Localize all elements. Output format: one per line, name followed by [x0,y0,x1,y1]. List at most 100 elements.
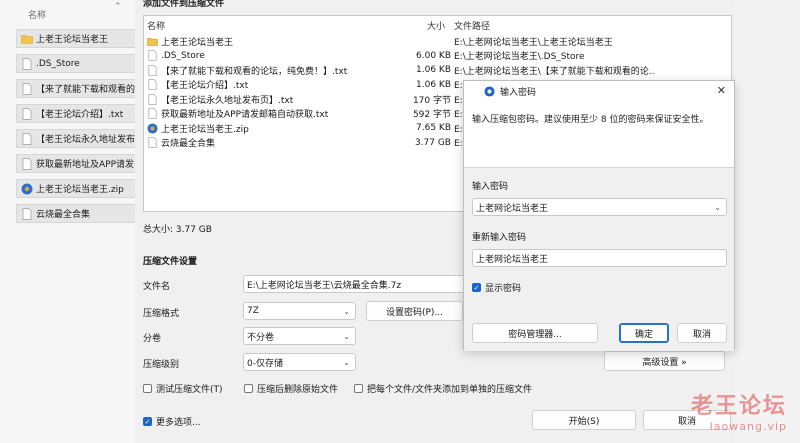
chevron-down-icon[interactable]: ⌄ [714,203,721,212]
checkbox-label: 更多选项... [156,418,201,428]
zip-icon [147,122,158,134]
file-size: 1.06 KB [416,65,451,75]
separate-archives-checkbox[interactable]: 把每个文件/文件夹添加到单独的压缩文件 [354,382,532,395]
explorer-item-label: 获取最新地址及APP请发 [36,160,135,170]
file-icon [147,93,158,105]
file-icon [147,64,158,76]
checkmark-icon: ✓ [472,283,481,292]
repeat-password-input[interactable]: 上老网论坛当老王 [472,249,727,267]
column-header-name[interactable]: 名称 [147,19,165,32]
file-size: 7.65 KB [416,123,451,133]
checkbox-label: 测试压缩文件(T) [156,385,223,395]
delete-after-checkbox[interactable]: 压缩后删除原始文件 [244,382,338,395]
format-value: 7Z [247,306,259,316]
checkbox-label: 压缩后删除原始文件 [257,385,339,395]
file-size: 170 字节 [412,95,451,106]
explorer-item[interactable]: 【老王论坛永久地址发布 [16,129,135,148]
file-row[interactable]: 【来了就能下载和观看的论坛，纯免费！】.txt 1.06 KB E:\上老网论坛当老… [144,64,731,77]
dialog-body: 输入密码 上老网论坛当老王 ⌄ 重新输入密码 上老网论坛当老王 ✓ 显示密码 密… [464,167,734,351]
explorer-item-label: 上老王论坛当老王 [36,35,109,45]
column-header-name[interactable]: 名称 [28,8,46,21]
explorer-item[interactable]: 获取最新地址及APP请发 [16,154,135,173]
file-name: 【老王论坛永久地址发布页】.txt [161,95,294,106]
checkmark-icon: ✓ [143,417,152,426]
file-name: 【老王论坛介绍】.txt [161,81,249,91]
file-size: 592 字节 [412,110,451,120]
more-options-checkbox[interactable]: ✓ 更多选项... [143,415,201,428]
start-button[interactable]: 开始(S) [532,410,636,430]
advanced-settings-button[interactable]: 高级设置 » [604,351,725,371]
password-manager-button[interactable]: 密码管理器... [472,323,598,343]
chevron-up-icon[interactable]: ⌃ [114,2,122,12]
zip-icon [21,183,33,195]
settings-title: 压缩文件设置 [143,257,198,267]
file-icon [21,157,33,170]
explorer-item-label: 云烧最全合集 [36,210,91,220]
explorer-item[interactable]: 云烧最全合集 [16,204,135,223]
explorer-item-label: 【老王论坛介绍】.txt [36,110,124,120]
format-label: 压缩格式 [143,309,180,319]
close-icon[interactable]: ✕ [717,84,726,97]
file-row[interactable]: 上老王论坛当老王 E:\上老网论坛当老王\上老王论坛当老王 [144,35,731,48]
file-path: E:\上老网论坛当老王\【来了就能下载和观看的论... [454,66,654,77]
file-icon [147,50,158,61]
explorer-item[interactable]: 【老王论坛介绍】.txt [16,104,135,123]
file-name: 【来了就能下载和观看的论坛，纯免费！】.txt [161,66,348,77]
split-label: 分卷 [143,334,162,344]
explorer-item-label: 【来了就能下载和观看的 [36,85,135,95]
password-label: 输入密码 [472,182,509,192]
explorer-item-label: 上老王论坛当老王.zip [36,185,124,195]
level-value: 0-仅存储 [247,358,283,369]
file-size: 1.06 KB [416,79,451,90]
file-row[interactable]: .DS_Store 6.00 KB E:\上老网论坛当老王\.DS_Store [144,50,731,62]
file-icon [147,108,158,119]
checkbox-box [354,384,363,393]
password-input[interactable]: 上老网论坛当老王 ⌄ [472,198,727,216]
folder-icon [147,36,158,47]
file-path: E:\上老网论坛当老王\上老王论坛当老王 [454,37,613,48]
split-value: 不分卷 [247,332,275,343]
file-name: 上老王论坛当老王.zip [161,124,249,135]
level-select[interactable]: 0-仅存储 ⌄ [243,353,356,371]
format-select[interactable]: 7Z ⌄ [243,302,356,320]
file-icon [147,137,158,148]
folder-icon [21,33,33,45]
chevron-down-icon: ⌄ [343,331,350,341]
file-path: E:\上老网论坛当老王\.DS_Store [454,52,585,62]
split-select[interactable]: 不分卷 ⌄ [243,327,356,345]
test-archive-checkbox[interactable]: 测试压缩文件(T) [143,382,223,395]
password-value: 上老网论坛当老王 [476,203,549,214]
ok-button[interactable]: 确定 [619,323,669,343]
total-size: 总大小: 3.77 GB [143,225,212,235]
column-header-size[interactable]: 大小 [427,19,445,32]
file-size: 3.77 GB [414,137,451,148]
repeat-password-label: 重新输入密码 [472,233,527,243]
explorer-item[interactable]: 【来了就能下载和观看的 [16,79,135,98]
chevron-down-icon: ⌄ [343,357,350,367]
file-icon [21,57,33,70]
set-password-button[interactable]: 设置密码(P)... [366,301,463,321]
dialog-titlebar: 输入密码 [484,85,536,98]
show-password-checkbox[interactable]: ✓ 显示密码 [472,281,521,294]
section-title: 添加文件到压缩文件 [143,0,225,9]
checkbox-label: 把每个文件/文件夹添加到单独的压缩文件 [367,385,533,395]
checkbox-label: 显示密码 [485,284,522,294]
file-icon [21,107,33,120]
filename-label: 文件名 [143,282,171,292]
file-name: .DS_Store [161,50,205,61]
app-icon [484,86,495,97]
explorer-item[interactable]: 上老王论坛当老王.zip [16,179,135,198]
watermark-logo: 老王论坛 [690,393,787,419]
file-name: 云烧最全合集 [161,139,216,149]
explorer-item[interactable]: 上老王论坛当老王 [16,29,135,48]
chevron-down-icon: ⌄ [343,306,350,316]
checkbox-box [244,384,253,393]
cancel-button[interactable]: 取消 [677,323,727,343]
file-icon [147,79,158,90]
checkbox-box [143,384,152,393]
explorer-item[interactable]: .DS_Store [16,54,135,73]
watermark-url: laowang.vip [709,420,787,433]
file-icon [21,207,33,220]
column-header-path[interactable]: 文件路径 [454,19,490,32]
file-name: 上老王论坛当老王 [161,37,234,48]
